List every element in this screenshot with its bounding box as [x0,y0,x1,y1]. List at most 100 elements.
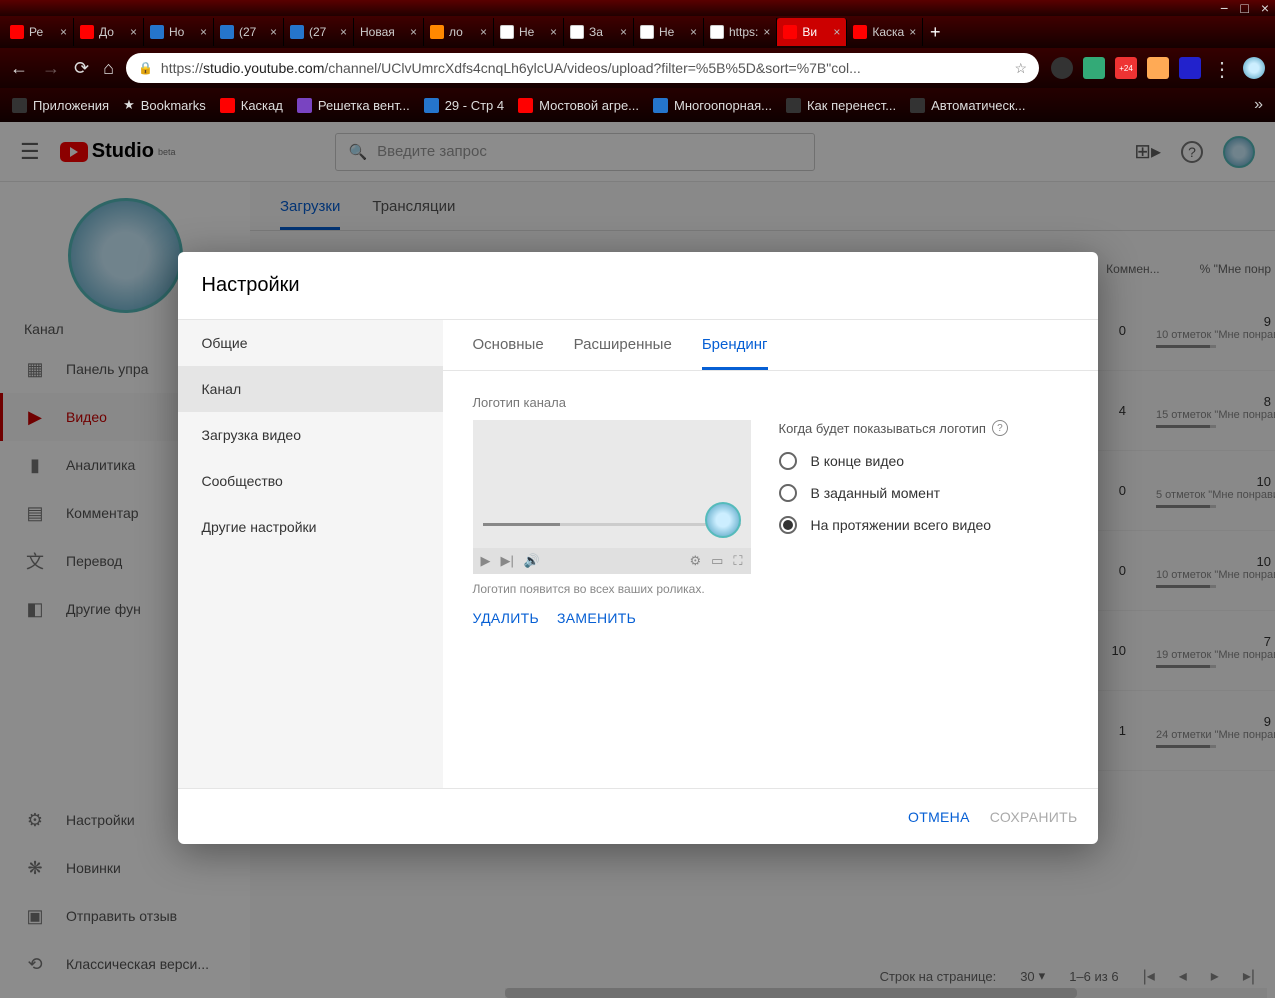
help-icon[interactable]: ? [992,420,1008,436]
reload-button[interactable]: ⟳ [74,58,89,79]
play-icon[interactable]: ▶ [481,553,491,569]
replace-button[interactable]: ЗАМЕНИТЬ [557,610,636,626]
bookmark-icon [424,98,439,113]
browser-tab[interactable]: (27× [214,18,284,46]
browser-tab[interactable]: За× [564,18,634,46]
window-close[interactable]: × [1261,0,1269,16]
window-maximize[interactable]: □ [1240,0,1248,16]
browser-tab[interactable]: Каска × [847,18,923,46]
radio-label: На протяжении всего видео [811,517,992,533]
delete-button[interactable]: УДАЛИТЬ [473,610,539,626]
browser-tab[interactable]: Новая× [354,18,424,46]
forward-button[interactable]: → [42,58,60,79]
bookmark-item[interactable]: Каскад [220,98,283,113]
extension-icon[interactable] [1051,57,1073,79]
watermark-logo-icon [705,502,741,538]
radio-option[interactable]: В конце видео [779,452,1068,470]
tab-close-icon[interactable]: × [60,25,67,39]
tab-close-icon[interactable]: × [690,25,697,39]
modal-sidebar-item[interactable]: Канал [178,366,443,412]
tab-close-icon[interactable]: × [480,25,487,39]
bookmark-label: Многоопорная... [674,98,772,113]
tab-close-icon[interactable]: × [340,25,347,39]
radio-icon [779,452,797,470]
radio-option[interactable]: В заданный момент [779,484,1068,502]
save-button[interactable]: СОХРАНИТЬ [990,809,1078,825]
address-bar: ← → ⟳ ⌂ 🔒 https://studio.youtube.com/cha… [0,48,1275,88]
bookmark-item[interactable]: Как перенест... [786,98,896,113]
gear-icon[interactable]: ⚙ [689,553,701,569]
modal-tab[interactable]: Основные [473,336,544,370]
extension-icon[interactable] [1083,57,1105,79]
browser-tab[interactable]: Ви× [777,18,847,46]
tab-label: Каска [872,25,904,39]
bookmark-star-icon[interactable]: ☆ [1014,60,1027,77]
modal-sidebar-item[interactable]: Другие настройки [178,504,443,550]
bookmark-item[interactable]: Многоопорная... [653,98,772,113]
extension-icon[interactable]: +24 [1115,57,1137,79]
browser-tab[interactable]: До× [74,18,144,46]
tab-close-icon[interactable]: × [410,25,417,39]
browser-tab[interactable]: https:× [704,18,777,46]
section-label: Логотип канала [473,395,1068,410]
browser-tab[interactable]: ло × [424,18,494,46]
extension-icon[interactable] [1147,57,1169,79]
tab-close-icon[interactable]: × [909,25,916,39]
modal-sidebar-item[interactable]: Общие [178,320,443,366]
url-input[interactable]: 🔒 https://studio.youtube.com/channel/UCl… [126,53,1039,83]
bookmark-item[interactable]: Мостовой агре... [518,98,639,113]
bookmark-item[interactable]: Приложения [12,98,109,113]
extensions: +24 ⋮ [1051,57,1265,79]
tab-close-icon[interactable]: × [270,25,277,39]
bookmark-label: Как перенест... [807,98,896,113]
radio-group-label: Когда будет показываться логотип [779,421,986,436]
extension-icon[interactable] [1243,57,1265,79]
next-icon[interactable]: ▶| [501,553,514,569]
volume-icon[interactable]: 🔊 [524,553,540,569]
radio-icon [779,484,797,502]
bookmark-icon [518,98,533,113]
back-button[interactable]: ← [10,58,28,79]
new-tab-button[interactable]: + [923,20,947,44]
bookmark-item[interactable]: Автоматическ... [910,98,1025,113]
browser-tab[interactable]: Не× [634,18,704,46]
modal-tab[interactable]: Брендинг [702,336,768,370]
browser-tab[interactable]: Не× [494,18,564,46]
cancel-button[interactable]: ОТМЕНА [908,809,970,825]
tab-close-icon[interactable]: × [550,25,557,39]
bookmark-item[interactable]: ★ Bookmarks [123,97,206,113]
radio-label: В заданный момент [811,485,941,501]
modal-sidebar-item[interactable]: Загрузка видео [178,412,443,458]
extension-icon[interactable]: ⋮ [1211,57,1233,79]
bookmark-icon [653,98,668,113]
browser-tab[interactable]: Ре× [4,18,74,46]
tab-close-icon[interactable]: × [833,25,840,39]
star-icon: ★ [123,97,135,113]
bookmark-label: Автоматическ... [931,98,1025,113]
window-minimize[interactable]: − [1220,0,1228,16]
tab-close-icon[interactable]: × [763,25,770,39]
tab-close-icon[interactable]: × [200,25,207,39]
modal-sidebar: ОбщиеКаналЗагрузка видеоСообществоДругие… [178,320,443,788]
favicon [500,25,514,39]
tab-close-icon[interactable]: × [130,25,137,39]
radio-option[interactable]: На протяжении всего видео [779,516,1068,534]
bookmark-item[interactable]: Решетка вент... [297,98,410,113]
home-button[interactable]: ⌂ [103,58,114,79]
bookmark-label: Bookmarks [141,98,206,113]
favicon [710,25,724,39]
tab-close-icon[interactable]: × [620,25,627,39]
fullscreen-icon[interactable]: ⛶ [733,553,742,569]
extension-icon[interactable] [1179,57,1201,79]
modal-tab[interactable]: Расширенные [574,336,672,370]
tab-label: ло [449,25,463,39]
favicon [570,25,584,39]
bookmark-label: 29 - Стр 4 [445,98,504,113]
modal-sidebar-item[interactable]: Сообщество [178,458,443,504]
browser-tab[interactable]: (27× [284,18,354,46]
favicon [10,25,24,39]
browser-tab[interactable]: Но× [144,18,214,46]
bookmark-item[interactable]: 29 - Стр 4 [424,98,504,113]
bookmarks-overflow[interactable]: » [1254,96,1263,114]
theater-icon[interactable]: ▭ [711,553,723,569]
